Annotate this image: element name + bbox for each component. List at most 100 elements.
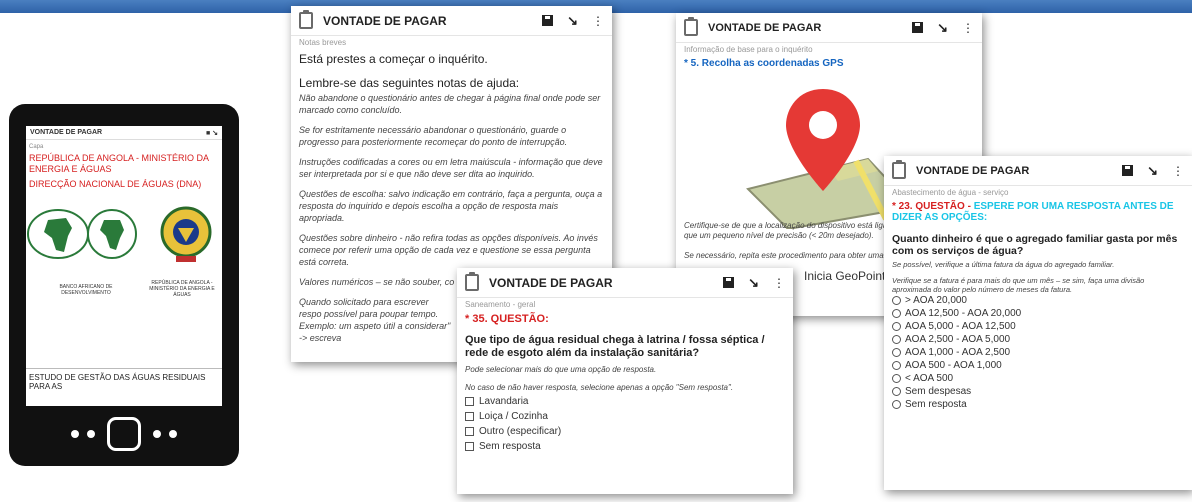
notes-heading: Lembre-se das seguintes notas de ajuda: xyxy=(299,76,520,90)
radio-icon[interactable] xyxy=(892,387,901,396)
app-bar: VONTADE DE PAGAR ↘ ⋮ xyxy=(457,268,793,298)
intro-text: Está prestes a começar o inquérito. xyxy=(299,52,488,66)
device-section-label: Capa xyxy=(29,144,44,150)
app-bar: VONTADE DE PAGAR ↘ ⋮ xyxy=(291,6,612,36)
checkbox-option[interactable]: Outro (especificar) xyxy=(457,424,793,439)
device-heading-ministry: REPÚBLICA DE ANGOLA - MINISTÉRIO DA ENER… xyxy=(29,153,209,174)
radio-icon[interactable] xyxy=(892,296,901,305)
checkbox-option[interactable]: Lavandaria xyxy=(457,394,793,409)
save-icon[interactable] xyxy=(1122,165,1134,176)
gps-hint-2: Se necessário, repita este procedimento … xyxy=(684,251,884,260)
angola-coat-of-arms-icon xyxy=(160,206,212,262)
device-screen: VONTADE DE PAGAR ■ ↘ Capa REPÚBLICA DE A… xyxy=(26,126,222,406)
option-label: AOA 1,000 - AOA 2,500 xyxy=(905,347,1011,358)
section-label: Notas breves xyxy=(299,38,347,47)
checkbox-icon[interactable] xyxy=(465,412,474,421)
radio-option[interactable]: < AOA 500 xyxy=(884,372,1192,385)
radio-option[interactable]: > AOA 20,000 xyxy=(884,294,1192,307)
section-label: Abastecimento de água - serviço xyxy=(892,188,1009,197)
option-label: AOA 2,500 - AOA 5,000 xyxy=(905,334,1011,345)
radio-icon[interactable] xyxy=(892,322,901,331)
checkbox-icon[interactable] xyxy=(465,397,474,406)
water-payment-screen: VONTADE DE PAGAR ↘ ⋮ Abastecimento de ág… xyxy=(884,156,1192,490)
note-paragraph: Questões sobre dinheiro - não refira tod… xyxy=(299,233,598,267)
nav-dot-icon[interactable] xyxy=(169,430,177,438)
app-title: VONTADE DE PAGAR xyxy=(323,13,447,28)
question-hint-2: Verifique se a fatura é para mais do que… xyxy=(892,276,1145,294)
checkbox-option[interactable]: Loiça / Cozinha xyxy=(457,409,793,424)
radio-icon[interactable] xyxy=(892,335,901,344)
device-bar-icons[interactable]: ■ ↘ xyxy=(206,129,218,137)
device-app-bar: VONTADE DE PAGAR ■ ↘ xyxy=(26,126,222,140)
option-label: AOA 12,500 - AOA 20,000 xyxy=(905,308,1022,319)
option-label: Sem resposta xyxy=(905,399,967,410)
go-to-icon[interactable]: ↘ xyxy=(1147,163,1158,179)
question-number: * 23. QUESTÃO - xyxy=(892,201,974,212)
save-icon[interactable] xyxy=(723,277,735,288)
checkbox-option[interactable]: Sem resposta xyxy=(457,439,793,454)
radio-icon[interactable] xyxy=(892,309,901,318)
question-number-row: * 35. QUESTÃO: xyxy=(457,312,793,325)
more-options-icon[interactable]: ⋮ xyxy=(592,14,604,28)
note-paragraph: Não abandone o questionário antes de che… xyxy=(299,93,601,115)
section-label: Saneamento - geral xyxy=(465,300,536,309)
app-bar: VONTADE DE PAGAR ↘ ⋮ xyxy=(884,156,1192,186)
radio-option[interactable]: AOA 500 - AOA 1,000 xyxy=(884,359,1192,372)
clipboard-icon xyxy=(892,160,906,179)
note-paragraph: Quando solicitado para escrever respo po… xyxy=(299,297,451,343)
option-label: < AOA 500 xyxy=(905,373,954,384)
question-text: Quanto dinheiro é que o agregado familia… xyxy=(892,233,1178,257)
save-icon[interactable] xyxy=(912,22,924,33)
app-title: VONTADE DE PAGAR xyxy=(916,164,1030,177)
app-title: VONTADE DE PAGAR xyxy=(489,275,613,290)
note-paragraph: Instruções codificadas a cores ou em let… xyxy=(299,157,603,179)
nav-dot-icon[interactable] xyxy=(71,430,79,438)
clipboard-icon xyxy=(465,272,479,291)
question-hint: Pode selecionar mais do que uma opção de… xyxy=(465,365,657,374)
option-label: Sem despesas xyxy=(905,386,972,397)
radio-option[interactable]: AOA 12,500 - AOA 20,000 xyxy=(884,307,1192,320)
device-app-title: VONTADE DE PAGAR xyxy=(30,129,103,136)
app-title: VONTADE DE PAGAR xyxy=(708,21,822,34)
checkbox-icon[interactable] xyxy=(465,442,474,451)
nav-dot-icon[interactable] xyxy=(153,430,161,438)
option-label: AOA 5,000 - AOA 12,500 xyxy=(905,321,1016,332)
radio-option[interactable]: Sem despesas xyxy=(884,385,1192,398)
nav-dot-icon[interactable] xyxy=(87,430,95,438)
option-label: Sem resposta xyxy=(479,441,541,452)
start-geopoint-button[interactable]: Inicia GeoPoint xyxy=(804,269,885,283)
question-hint-2: No caso de não haver resposta, selecione… xyxy=(465,383,734,392)
radio-icon[interactable] xyxy=(892,400,901,409)
device-heading-dna: DIRECÇÃO NACIONAL DE ÁGUAS (DNA) xyxy=(29,179,202,189)
go-to-icon[interactable]: ↘ xyxy=(937,20,948,36)
gps-question: * 5. Recolha as coordenadas GPS xyxy=(684,58,844,69)
caption-afdb: BANCO AFRICANO DE DESENVOLVIMENTO xyxy=(59,284,113,296)
more-options-icon[interactable]: ⋮ xyxy=(773,276,785,290)
option-label: > AOA 20,000 xyxy=(905,295,967,306)
more-options-icon[interactable]: ⋮ xyxy=(962,21,974,35)
option-label: AOA 500 - AOA 1,000 xyxy=(905,360,1002,371)
question-number-row: * 23. QUESTÃO - ESPERE POR UMA RESPOSTA … xyxy=(884,201,1192,223)
question-label: * 5. Recolha as coordenadas GPS xyxy=(676,58,982,70)
go-to-icon[interactable]: ↘ xyxy=(748,275,759,291)
save-icon[interactable] xyxy=(542,15,554,26)
sanitation-screen: VONTADE DE PAGAR ↘ ⋮ Saneamento - geral … xyxy=(457,268,793,494)
clipboard-icon xyxy=(684,17,698,36)
go-to-icon[interactable]: ↘ xyxy=(567,13,578,29)
gps-hint: Certifique-se de que a localização do di… xyxy=(684,221,903,240)
checkbox-icon[interactable] xyxy=(465,427,474,436)
home-button[interactable] xyxy=(107,417,141,451)
tablet-device: VONTADE DE PAGAR ■ ↘ Capa REPÚBLICA DE A… xyxy=(9,104,239,466)
radio-option[interactable]: AOA 2,500 - AOA 5,000 xyxy=(884,333,1192,346)
logos-svg xyxy=(27,206,212,262)
clipboard-icon xyxy=(299,10,313,29)
radio-icon[interactable] xyxy=(892,348,901,357)
question-hint: Se possível, verifique a última fatura d… xyxy=(892,260,1115,269)
radio-icon[interactable] xyxy=(892,361,901,370)
option-label: Outro (especificar) xyxy=(479,426,562,437)
radio-option[interactable]: AOA 1,000 - AOA 2,500 xyxy=(884,346,1192,359)
more-options-icon[interactable]: ⋮ xyxy=(1172,164,1184,178)
radio-option[interactable]: Sem resposta xyxy=(884,398,1192,411)
radio-option[interactable]: AOA 5,000 - AOA 12,500 xyxy=(884,320,1192,333)
radio-icon[interactable] xyxy=(892,374,901,383)
